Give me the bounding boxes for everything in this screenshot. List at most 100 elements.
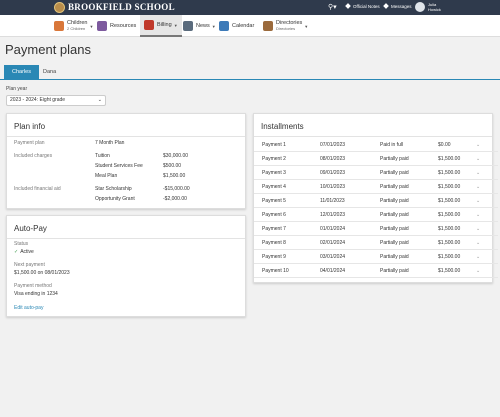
chevron-down-icon[interactable]: ⌄ — [476, 264, 480, 278]
charge-name: Meal Plan — [95, 173, 118, 179]
chevron-down-icon[interactable]: ⌄ — [476, 194, 480, 208]
installment-name: Payment 3 — [262, 170, 286, 176]
messages-link[interactable]: Messages — [383, 3, 412, 9]
installment-row[interactable]: Payment 6 12/01/2023 Partially paid $1,500.… — [254, 208, 498, 222]
included-charges-label: Included charges — [14, 153, 53, 159]
installment-name: Payment 10 — [262, 268, 289, 274]
installment-date: 11/01/2023 — [320, 198, 345, 204]
chevron-down-icon[interactable]: ⌄ — [476, 222, 480, 236]
nav-billing[interactable]: Billing ▼ — [140, 15, 182, 37]
nav-calendar[interactable]: Calendar — [219, 15, 254, 37]
nav-directories[interactable]: Directories Directories ▼ — [263, 15, 308, 37]
nav-news-label: News — [196, 23, 210, 29]
chevron-down-icon[interactable]: ⌄ — [476, 152, 480, 166]
installment-amount: $1,500.00 — [438, 268, 461, 274]
avatar[interactable] — [415, 2, 425, 12]
installment-amount: $1,500.00 — [438, 212, 461, 218]
chevron-down-icon[interactable]: ⌄ — [476, 180, 480, 194]
installment-row[interactable]: Payment 5 11/01/2023 Partially paid $1,500.… — [254, 194, 498, 208]
search-icon[interactable]: ⚲▾ — [328, 3, 337, 11]
installment-name: Payment 7 — [262, 226, 286, 232]
installment-name: Payment 8 — [262, 240, 286, 246]
divider — [7, 136, 245, 137]
official-notes-label: Official Notes — [353, 4, 380, 9]
chevron-down-icon: ▼ — [89, 23, 94, 29]
page-title: Payment plans — [5, 42, 91, 57]
chevron-down-icon[interactable]: ⌄ — [476, 250, 480, 264]
resources-icon — [97, 21, 107, 31]
nav-children[interactable]: Children 2 Children ▼ — [54, 15, 93, 37]
installment-amount: $1,500.00 — [438, 156, 461, 162]
autopay-status-label: Status — [14, 241, 29, 247]
nav-calendar-label: Calendar — [232, 23, 255, 29]
installment-row[interactable]: Payment 10 04/01/2024 Partially paid $1,500… — [254, 264, 498, 278]
nav-billing-label: Billing — [157, 22, 172, 28]
charge-amount: $1,500.00 — [163, 173, 186, 179]
installment-amount: $1,500.00 — [438, 170, 461, 176]
next-payment-value: $1,500.00 on 08/01/2023 — [14, 270, 70, 276]
installment-name: Payment 9 — [262, 254, 286, 260]
charge-amount: $30,000.00 — [163, 153, 189, 159]
news-icon — [183, 21, 193, 31]
installment-row[interactable]: Payment 4 10/01/2023 Partially paid $1,500.… — [254, 180, 498, 194]
installment-date: 04/01/2024 — [320, 268, 346, 274]
installment-status: Partially paid — [380, 170, 409, 176]
installment-date: 12/01/2023 — [320, 212, 346, 218]
directories-icon — [263, 21, 273, 31]
edit-autopay-link[interactable]: Edit auto-pay — [14, 305, 43, 311]
autopay-status: ✓ Active — [14, 249, 34, 255]
tab-charles[interactable]: Charles — [4, 65, 39, 79]
children-icon — [54, 21, 64, 31]
nav-children-sub: 2 Children — [67, 26, 86, 31]
official-notes-link[interactable]: Official Notes — [345, 3, 380, 9]
user-last-name: Howick — [428, 7, 441, 12]
chevron-down-icon[interactable]: ⌄ — [476, 138, 480, 152]
installment-amount: $0.00 — [438, 142, 451, 148]
installments-card: Installments Payment 1 07/01/2023 Paid in … — [253, 113, 498, 283]
installment-amount: $1,500.00 — [438, 254, 461, 260]
installment-status: Partially paid — [380, 254, 409, 260]
plan-year-label: Plan year — [6, 86, 28, 92]
installment-date: 01/01/2024 — [320, 226, 346, 232]
school-name[interactable]: BROOKFIELD SCHOOL — [68, 2, 175, 12]
payment-method-value: Visa ending in 1234 — [14, 291, 58, 297]
installment-row[interactable]: Payment 3 09/01/2023 Partially paid $1,500.… — [254, 166, 498, 180]
autopay-status-value: Active — [20, 249, 34, 255]
user-menu[interactable]: Julia Howick — [428, 2, 441, 12]
billing-icon — [144, 20, 154, 30]
installment-row[interactable]: Payment 9 03/01/2024 Partially paid $1,500.… — [254, 250, 498, 264]
nav-resources-label: Resources — [110, 23, 137, 29]
installment-name: Payment 5 — [262, 198, 286, 204]
autopay-card: Auto-Pay Status ✓ Active Next payment $1,… — [6, 215, 246, 317]
nav-resources[interactable]: Resources — [97, 15, 136, 37]
chevron-down-icon[interactable]: ⌄ — [476, 208, 480, 222]
main-nav: Children 2 Children ▼ Resources Billing … — [0, 15, 500, 37]
installment-date: 10/01/2023 — [320, 184, 346, 190]
installment-name: Payment 6 — [262, 212, 286, 218]
installment-amount: $1,500.00 — [438, 240, 461, 246]
installment-row[interactable]: Payment 7 01/01/2024 Partially paid $1,500.… — [254, 222, 498, 236]
installment-row[interactable]: Payment 1 07/01/2023 Paid in full $0.00 ⌄ — [254, 138, 498, 152]
plan-year-select[interactable]: 2023 - 2024: Eight grade ⌄ — [6, 95, 106, 106]
diamond-icon — [345, 3, 351, 9]
installment-status: Partially paid — [380, 198, 409, 204]
payment-plan-label: Payment plan — [14, 140, 45, 146]
nav-news[interactable]: News ▼ — [183, 15, 216, 37]
divider — [254, 136, 492, 137]
chevron-down-icon[interactable]: ⌄ — [476, 166, 480, 180]
aid-name: Opportunity Grant — [95, 196, 135, 202]
installment-row[interactable]: Payment 8 02/01/2024 Partially paid $1,500.… — [254, 236, 498, 250]
calendar-icon — [219, 21, 229, 31]
plan-info-card: Plan info Payment plan 7 Month Plan Incl… — [6, 113, 246, 209]
installment-name: Payment 4 — [262, 184, 286, 190]
chevron-down-icon: ▼ — [173, 22, 178, 28]
charge-name: Tuition — [95, 153, 110, 159]
tab-dana[interactable]: Dana — [35, 65, 64, 79]
installment-amount: $1,500.00 — [438, 184, 461, 190]
nav-directories-sub: Directories — [276, 26, 296, 31]
chevron-down-icon[interactable]: ⌄ — [476, 236, 480, 250]
installment-row[interactable]: Payment 2 08/01/2023 Partially paid $1,500.… — [254, 152, 498, 166]
plan-info-title: Plan info — [14, 122, 46, 131]
payment-method-label: Payment method — [14, 283, 52, 289]
school-logo[interactable] — [54, 2, 65, 13]
